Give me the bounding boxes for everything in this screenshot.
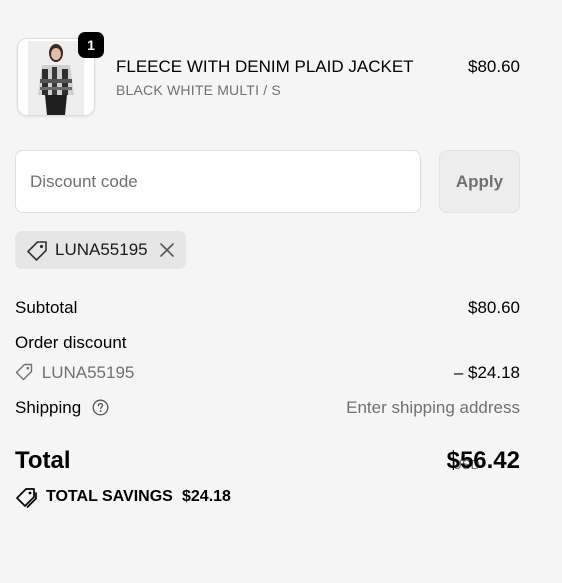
- order-discount-value: – $24.18: [453, 363, 520, 382]
- apply-discount-button[interactable]: Apply: [439, 150, 520, 213]
- product-variant: BLACK WHITE MULTI / S: [116, 82, 281, 98]
- product-price: $80.60: [468, 57, 520, 76]
- order-discount-row: Order discount: [15, 333, 520, 353]
- order-summary: 1 FLEECE WITH DENIM PLAID JACKET BLACK W…: [0, 0, 562, 583]
- tag-icon: [26, 240, 48, 267]
- close-icon[interactable]: [159, 242, 175, 263]
- line-item: 1 FLEECE WITH DENIM PLAID JACKET BLACK W…: [17, 32, 520, 120]
- subtotal-row: Subtotal $80.60: [15, 298, 520, 318]
- order-discount-label: Order discount: [15, 333, 127, 352]
- total-label: Total: [15, 447, 71, 474]
- shipping-label: Shipping: [15, 398, 82, 417]
- order-discount-code-row: LUNA55195 – $24.18: [15, 363, 520, 386]
- total-savings-label: TOTAL SAVINGS: [46, 488, 173, 505]
- product-name: FLEECE WITH DENIM PLAID JACKET: [116, 57, 414, 76]
- double-tag-icon: [16, 488, 37, 508]
- subtotal-value: $80.60: [468, 298, 520, 317]
- total-savings-value: $24.18: [182, 488, 231, 505]
- discount-code-input[interactable]: [15, 150, 421, 213]
- applied-discount-code: LUNA55195: [55, 240, 148, 259]
- tag-icon: [15, 363, 33, 386]
- shipping-value: Enter shipping address: [346, 398, 520, 417]
- total-value: $56.42: [446, 447, 520, 474]
- question-circle-icon[interactable]: [92, 399, 109, 421]
- quantity-badge: 1: [78, 32, 104, 58]
- shipping-row: Shipping Enter shipping address: [15, 398, 520, 421]
- order-discount-code: LUNA55195: [41, 363, 135, 382]
- applied-discount-chip: LUNA55195: [15, 231, 186, 269]
- subtotal-label: Subtotal: [15, 298, 78, 317]
